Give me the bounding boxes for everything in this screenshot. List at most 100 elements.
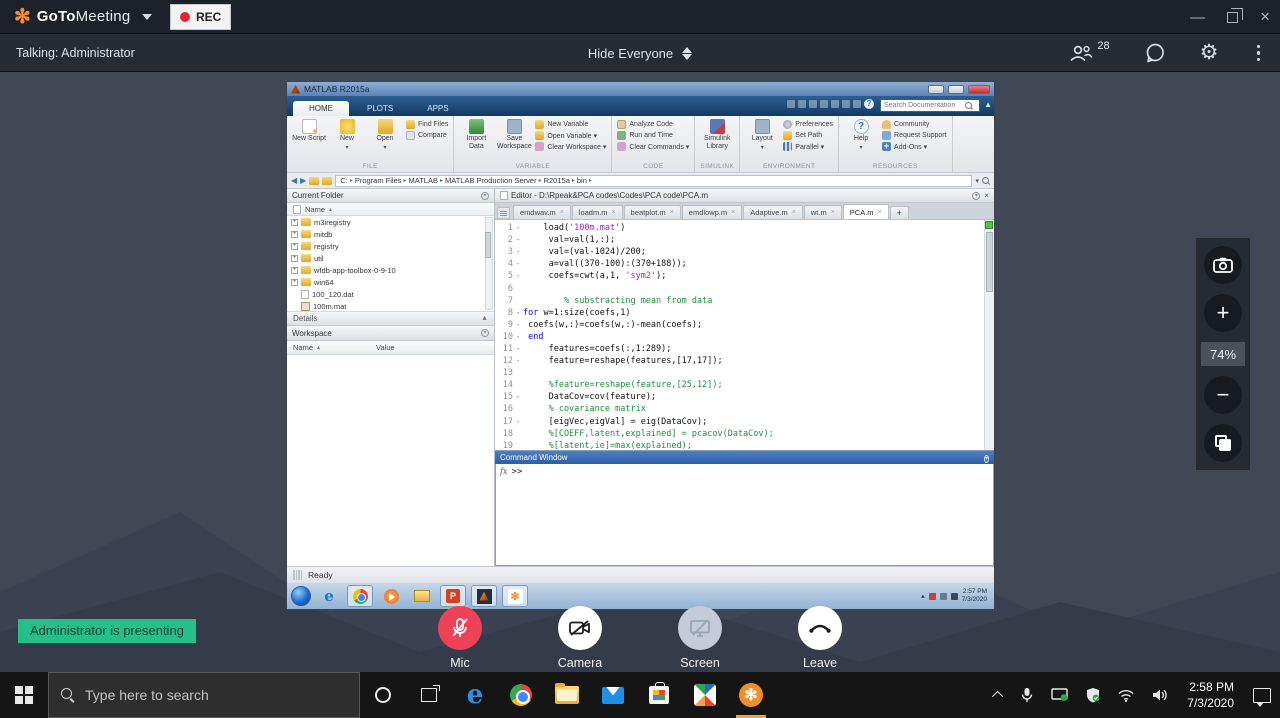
tray-mic-button[interactable] bbox=[1012, 672, 1042, 718]
tab-close-icon[interactable]: × bbox=[792, 209, 796, 216]
code-line[interactable]: 17- [eigVec,eigVal] = eig(DataCov); bbox=[495, 416, 984, 428]
details-bar[interactable]: Details ▲ bbox=[287, 312, 494, 326]
editor-menu-icon[interactable]: ▾ bbox=[972, 192, 980, 200]
breadcrumb-segment[interactable]: MATLAB bbox=[409, 176, 438, 185]
mail-button[interactable] bbox=[590, 672, 636, 718]
workspace-columns[interactable]: Name ▴ Value bbox=[287, 341, 494, 355]
shared-system-tray[interactable]: ▴ 2:57 PM 7/3/2020 bbox=[921, 588, 990, 604]
taskbar-search[interactable] bbox=[48, 672, 360, 718]
ribbon-button-community[interactable]: Community bbox=[882, 120, 947, 129]
tab-close-icon[interactable]: × bbox=[731, 209, 735, 216]
tree-item-100-120-dat[interactable]: 100_120.dat bbox=[287, 288, 494, 300]
new-tab-button[interactable]: + bbox=[890, 206, 909, 219]
snapshot-button[interactable] bbox=[1204, 246, 1242, 284]
editor-tab-pca-m[interactable]: PCA.m× bbox=[843, 204, 889, 219]
ribbon-tab-plots[interactable]: PLOTS bbox=[351, 101, 409, 116]
zoom-in-button[interactable]: + bbox=[1204, 294, 1242, 332]
matlab-restore-button[interactable] bbox=[948, 85, 964, 94]
screen-control[interactable]: Screen bbox=[659, 606, 741, 670]
tray-cast-button[interactable] bbox=[1042, 672, 1077, 718]
ribbon-button-preferences[interactable]: Preferences bbox=[783, 120, 833, 129]
leave-control[interactable]: Leave bbox=[779, 606, 861, 670]
ribbon-button-simulink-library[interactable]: Simulink Library bbox=[700, 119, 734, 151]
tab-close-icon[interactable]: × bbox=[831, 209, 835, 216]
tree-item-util[interactable]: +util bbox=[287, 252, 494, 264]
back-icon[interactable]: ◀ bbox=[291, 176, 297, 185]
shared-tray-chevron-icon[interactable]: ▴ bbox=[921, 592, 925, 600]
tab-close-icon[interactable]: × bbox=[560, 209, 564, 216]
command-window-menu-icon[interactable]: ▾ bbox=[984, 455, 989, 463]
shared-start-button[interactable] bbox=[291, 586, 311, 606]
participants-button[interactable]: 28 bbox=[1068, 43, 1109, 63]
matlab-minimize-button[interactable] bbox=[928, 85, 944, 94]
tab-close-icon[interactable]: × bbox=[878, 209, 882, 216]
restore-button[interactable] bbox=[1227, 12, 1238, 23]
matlab-titlebar[interactable]: MATLAB R2015a bbox=[287, 82, 994, 96]
current-folder-name-header[interactable]: Name ▴ bbox=[287, 203, 494, 216]
tray-network-button[interactable] bbox=[1109, 672, 1143, 718]
code-line[interactable]: 8-for w=1:size(coefs,1) bbox=[495, 307, 984, 319]
breadcrumb-segment[interactable]: MATLAB Production Server bbox=[445, 176, 537, 185]
tree-scrollbar[interactable] bbox=[485, 217, 493, 310]
expander-icon[interactable]: + bbox=[291, 219, 298, 226]
chat-button[interactable] bbox=[1144, 42, 1166, 64]
code-line[interactable]: 18 %[COEFF,latent,explained] = pcacov(Da… bbox=[495, 428, 984, 440]
leave-button[interactable] bbox=[798, 606, 842, 650]
expander-icon[interactable]: + bbox=[291, 243, 298, 250]
shared-chrome-button[interactable] bbox=[347, 585, 373, 607]
code-line[interactable]: 15- DataCov=cov(feature); bbox=[495, 391, 984, 403]
edge-button[interactable]: e bbox=[452, 672, 498, 718]
tree-item-registry[interactable]: +registry bbox=[287, 240, 494, 252]
doc-search-box[interactable] bbox=[880, 99, 980, 112]
editor-tab-wt-m[interactable]: wt.m× bbox=[804, 205, 842, 219]
editor-scrollbar[interactable] bbox=[984, 220, 994, 450]
editor-tab-adaptive-m[interactable]: Adaptive.m× bbox=[743, 205, 803, 219]
code-line[interactable]: 16 % covariance matrix bbox=[495, 403, 984, 415]
editor-header[interactable]: Editor - D:\Rpeak&PCA codes\Codes\PCA co… bbox=[495, 189, 994, 203]
ribbon-button-compare[interactable]: Compare bbox=[406, 131, 448, 140]
tray-expand-button[interactable] bbox=[986, 672, 1012, 718]
tray-volume-button[interactable] bbox=[1143, 672, 1177, 718]
command-window-header[interactable]: Command Window ▾ bbox=[495, 451, 994, 464]
up-folder-icon[interactable] bbox=[309, 177, 319, 185]
tab-close-icon[interactable]: × bbox=[670, 209, 674, 216]
ribbon-tab-home[interactable]: HOME bbox=[293, 101, 349, 116]
editor-tab-emdlowp-m[interactable]: emdlowp.m× bbox=[682, 205, 742, 219]
expander-icon[interactable]: + bbox=[291, 267, 298, 274]
code-editor[interactable]: 1- load('100m.mat')2- val=val(1,:);3- va… bbox=[495, 220, 994, 450]
editor-tab-beatplot-m[interactable]: beatplot.m× bbox=[624, 205, 681, 219]
editor-close-icon[interactable]: × bbox=[984, 191, 989, 200]
gtm-app-button[interactable]: ✻ bbox=[728, 672, 774, 718]
tree-item-wfdb-app-toolbox-0-9-10[interactable]: +wfdb-app-toolbox-0-9-10 bbox=[287, 264, 494, 276]
tab-close-icon[interactable]: × bbox=[612, 209, 616, 216]
ribbon-button-help[interactable]: Help▾ bbox=[844, 119, 878, 151]
code-line[interactable]: 2- val=val(1,:); bbox=[495, 234, 984, 246]
mic-button[interactable] bbox=[438, 606, 482, 650]
mic-control[interactable]: Mic bbox=[419, 606, 501, 670]
tray-defender-button[interactable] bbox=[1077, 672, 1109, 718]
recording-badge[interactable]: REC bbox=[170, 4, 231, 30]
code-line[interactable]: 6 bbox=[495, 282, 984, 294]
doc-search-input[interactable] bbox=[881, 102, 965, 109]
taskbar-clock[interactable]: 2:58 PM 7/3/2020 bbox=[1177, 679, 1244, 711]
ribbon-collapse-icon[interactable]: ▲ bbox=[984, 100, 992, 109]
ribbon-button-parallel[interactable]: Parallel ▾ bbox=[783, 142, 833, 151]
ribbon-button-new-script[interactable]: New Script bbox=[292, 119, 326, 143]
minimize-button[interactable]: — bbox=[1190, 9, 1205, 26]
forward-icon[interactable]: ▶ bbox=[300, 176, 306, 185]
editor-tab-actions-icon[interactable] bbox=[497, 207, 510, 219]
code-line[interactable]: 19 %[latent,ie]=max(explained); bbox=[495, 440, 984, 450]
ribbon-button-new[interactable]: New▾ bbox=[330, 119, 364, 151]
ribbon-button-save-workspace[interactable]: Save Workspace bbox=[497, 119, 531, 151]
ribbon-button-new-variable[interactable]: New Variable bbox=[535, 120, 606, 129]
shared-gtm-button[interactable]: ✻ bbox=[502, 585, 528, 607]
store-button[interactable] bbox=[636, 672, 682, 718]
action-center-button[interactable] bbox=[1244, 672, 1280, 718]
breadcrumb-dropdown-icon[interactable]: ▾ bbox=[975, 177, 979, 185]
settings-button[interactable]: ⚙ bbox=[1200, 43, 1219, 63]
code-line[interactable]: 7 % substracting mean from data bbox=[495, 295, 984, 307]
code-line[interactable]: 4- a=val((370-100):(370+188)); bbox=[495, 258, 984, 270]
shared-ie-button[interactable]: e bbox=[316, 585, 342, 607]
code-line[interactable]: 1- load('100m.mat') bbox=[495, 222, 984, 234]
taskbar-search-input[interactable] bbox=[85, 687, 325, 703]
